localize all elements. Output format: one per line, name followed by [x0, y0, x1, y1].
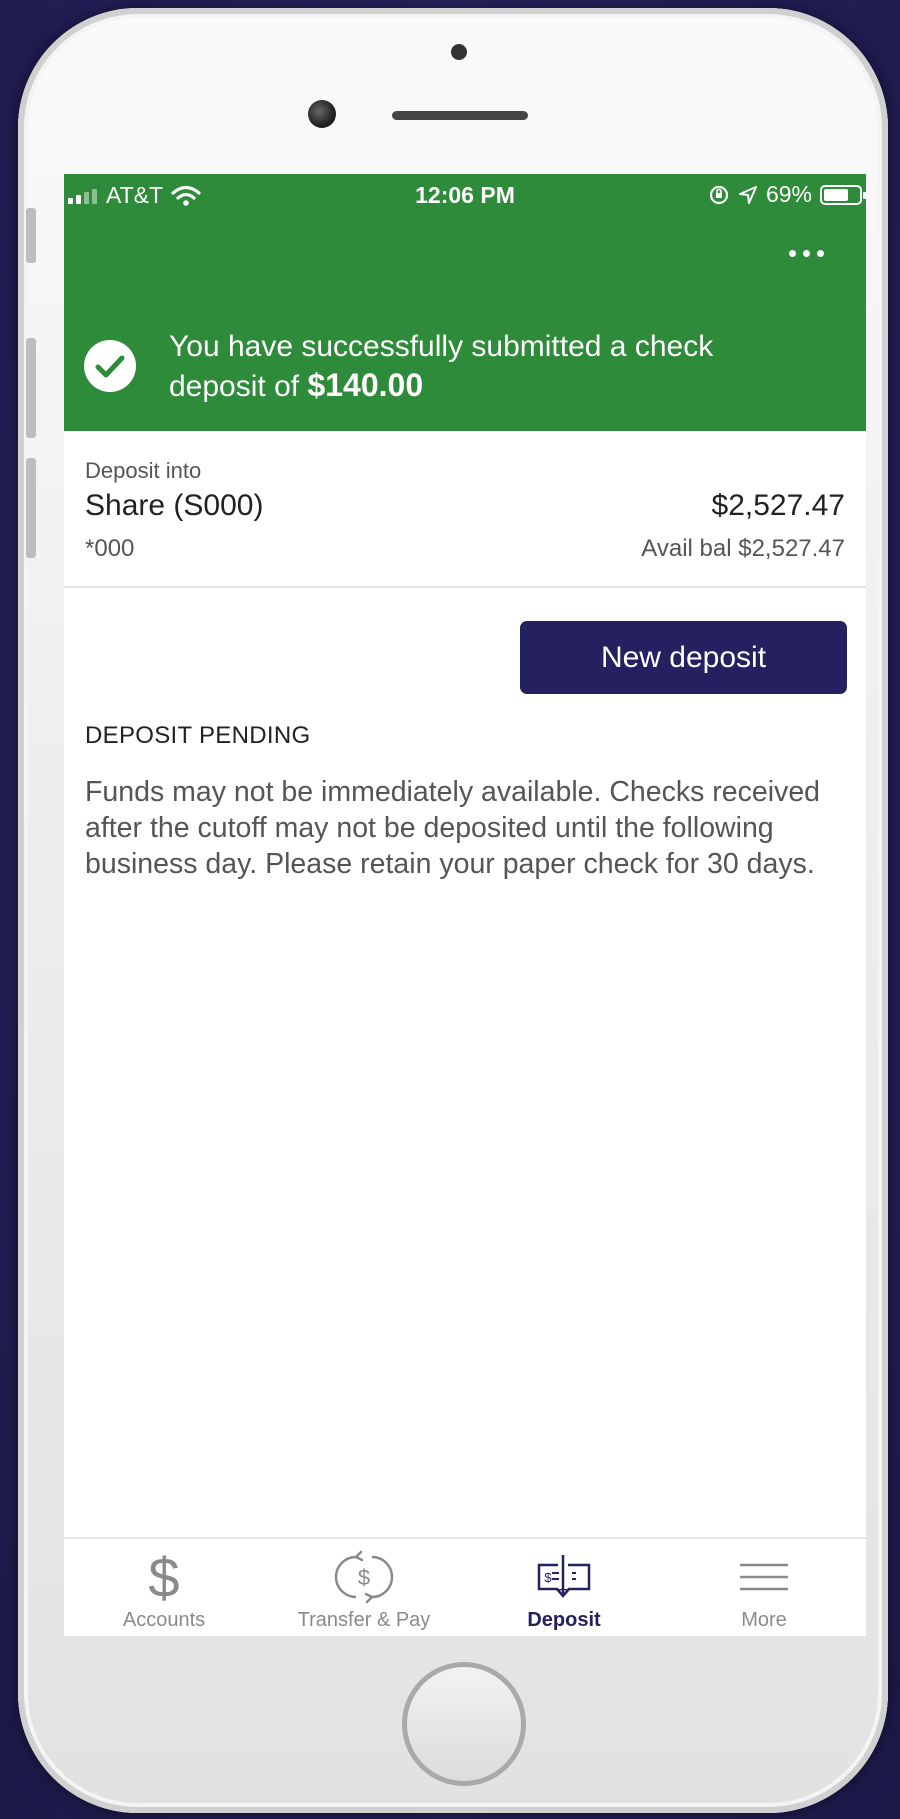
svg-text:$: $	[544, 1570, 552, 1585]
tab-deposit[interactable]: $ Deposit	[464, 1539, 664, 1636]
dollar-icon: $	[148, 1549, 179, 1605]
deposit-amount: $140.00	[307, 367, 424, 403]
checkmark-icon	[84, 340, 136, 392]
hamburger-icon	[740, 1563, 788, 1591]
account-balance: $2,527.47	[711, 489, 845, 522]
orientation-lock-icon	[709, 185, 729, 204]
pending-notice: Funds may not be immediately available. …	[85, 776, 821, 880]
tab-transfer-pay[interactable]: $ Transfer & Pay	[264, 1539, 464, 1636]
tab-accounts[interactable]: $ Accounts	[64, 1539, 264, 1636]
battery-icon	[820, 184, 866, 205]
success-header: AT&T 12:06 PM 69% You have successfully …	[64, 174, 866, 431]
tab-transfer-pay-label: Transfer & Pay	[297, 1609, 431, 1631]
tab-bar: $ Accounts $ Transfer & Pay $ Deposit Mo…	[64, 1537, 866, 1636]
success-message: You have successfully submitted a check …	[169, 327, 809, 406]
available-balance: Avail bal $2,527.47	[641, 535, 845, 562]
tab-more[interactable]: More	[664, 1539, 864, 1636]
new-deposit-button[interactable]: New deposit	[520, 621, 847, 694]
battery-percent: 69%	[765, 181, 812, 207]
pending-title: DEPOSIT PENDING	[85, 722, 311, 749]
volume-up-button	[26, 338, 36, 438]
mute-switch	[26, 208, 36, 263]
deposit-into-label: Deposit into	[85, 458, 202, 483]
home-button[interactable]	[402, 1662, 526, 1786]
deposit-account-card: Deposit into Share (S000) *000 $2,527.47…	[64, 431, 866, 588]
account-number: *000	[85, 535, 135, 562]
tab-more-label: More	[741, 1609, 787, 1631]
svg-text:$: $	[358, 1565, 370, 1590]
earpiece-speaker	[392, 111, 528, 120]
success-text: You have successfully submitted a check …	[169, 330, 714, 403]
more-options-icon[interactable]	[783, 244, 830, 263]
front-camera	[308, 100, 336, 128]
status-bar: AT&T 12:06 PM 69%	[64, 174, 866, 216]
check-deposit-icon: $	[537, 1555, 591, 1598]
location-arrow-icon	[738, 185, 757, 204]
tab-accounts-label: Accounts	[122, 1609, 206, 1631]
account-name: Share (S000)	[85, 489, 264, 522]
app-screen: AT&T 12:06 PM 69% You have successfully …	[64, 174, 866, 1636]
volume-down-button	[26, 458, 36, 558]
sensor-dot	[451, 44, 467, 60]
tab-deposit-label: Deposit	[527, 1609, 601, 1631]
transfer-icon: $	[334, 1550, 394, 1604]
svg-text:$: $	[148, 1549, 179, 1605]
